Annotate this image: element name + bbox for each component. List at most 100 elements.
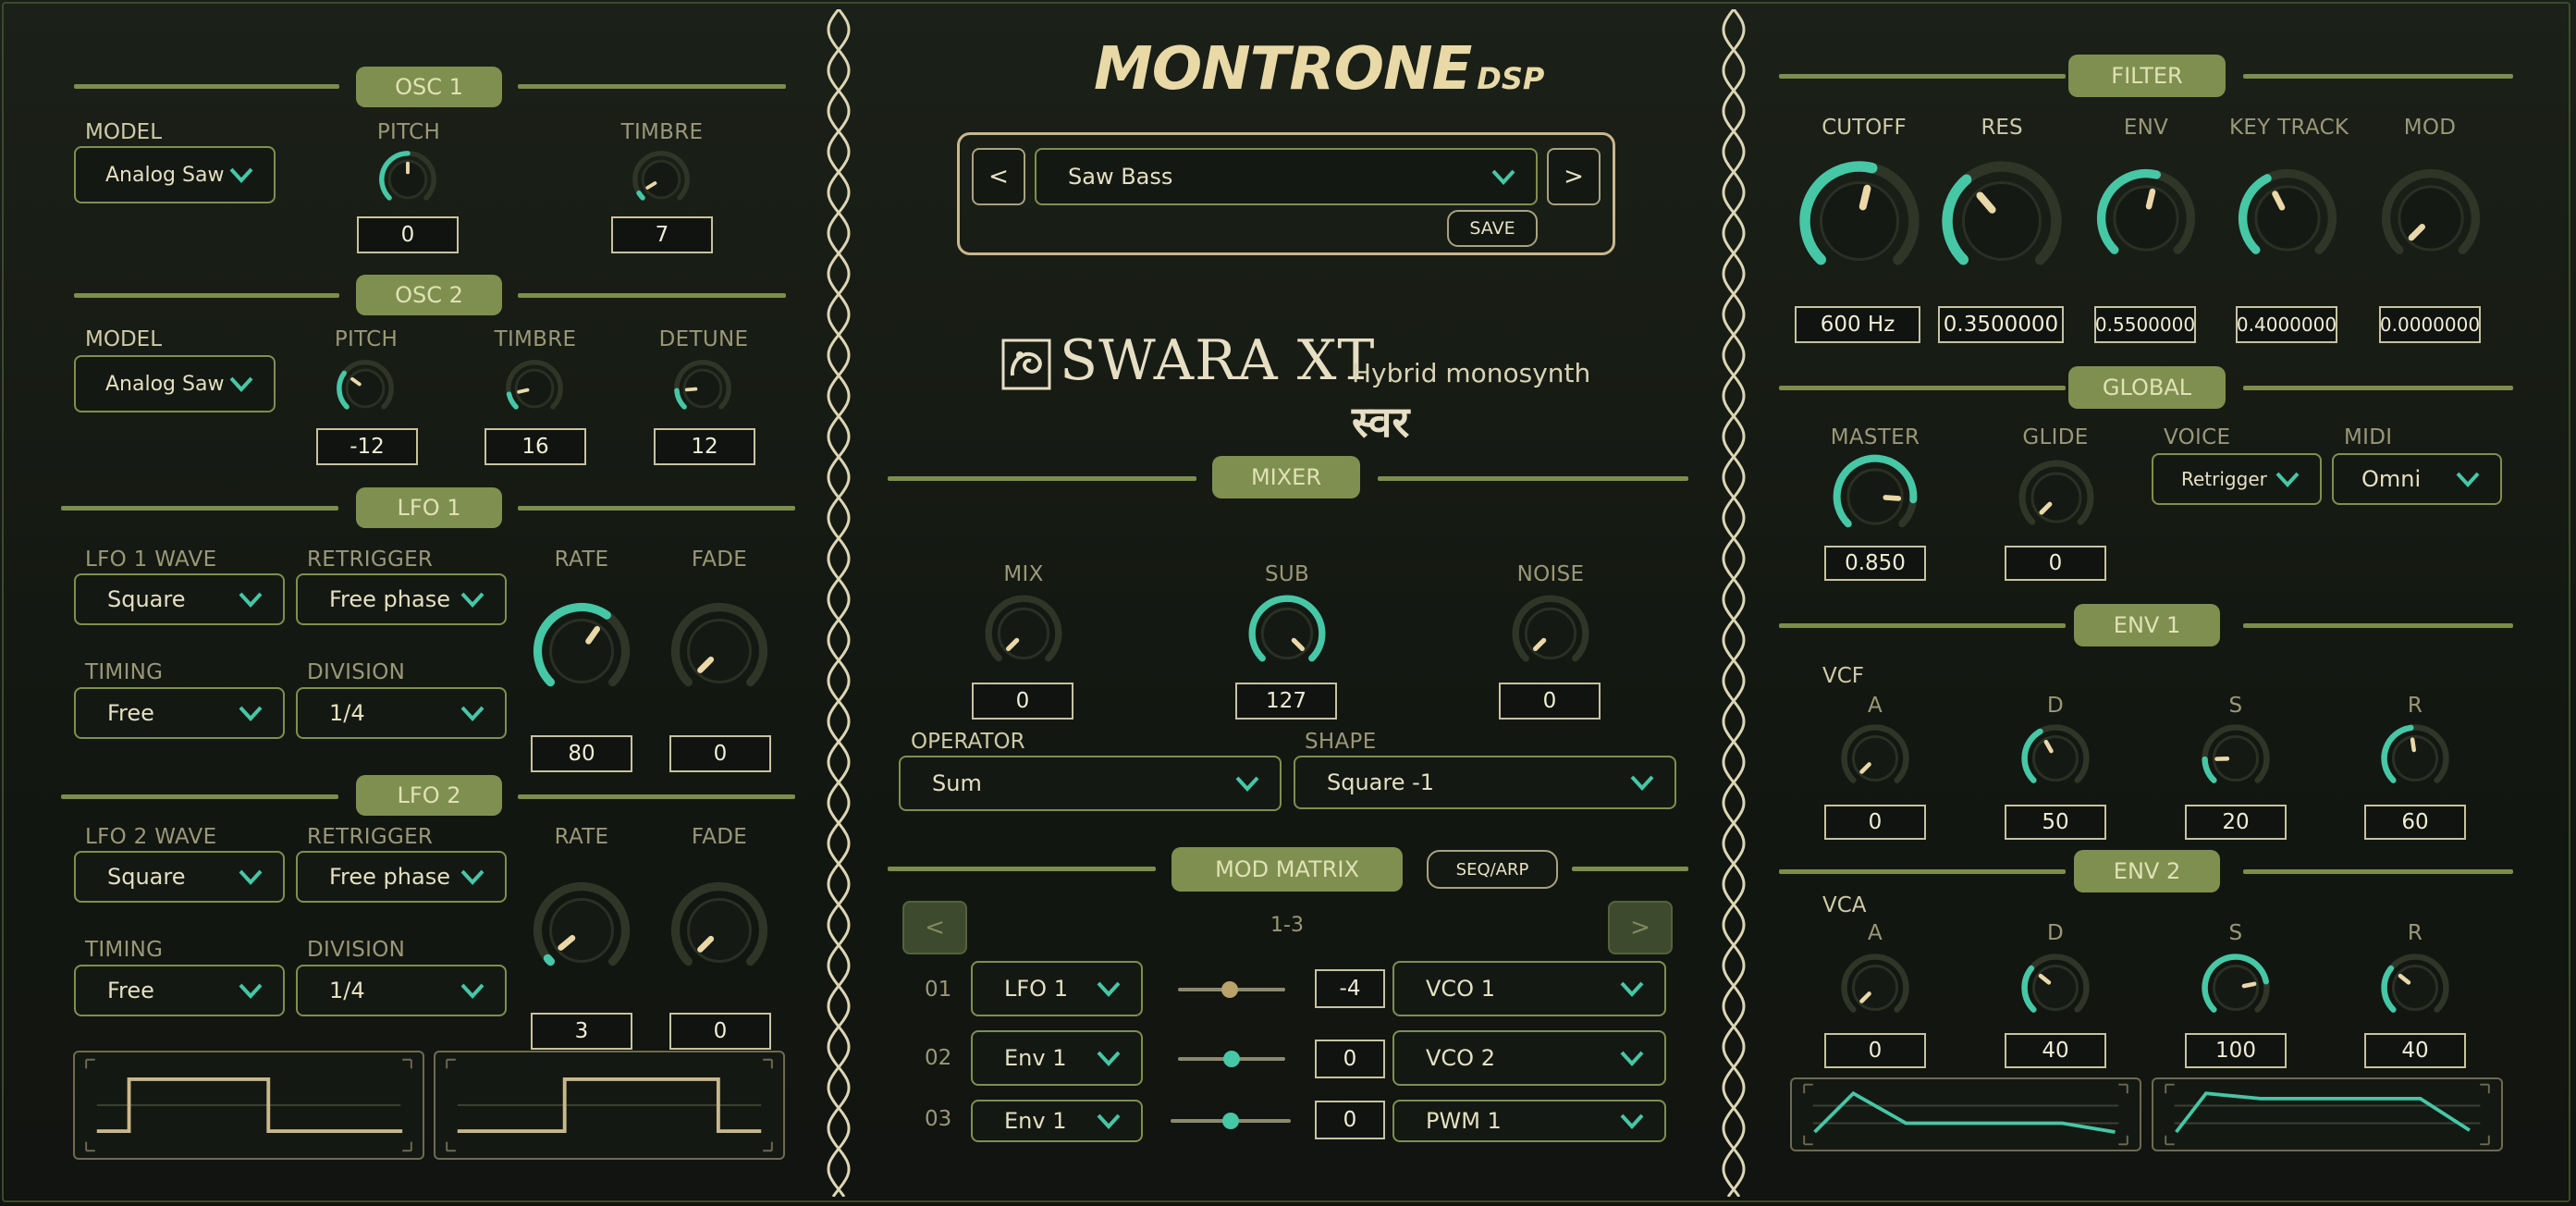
osc2-detune-knob[interactable] [673,359,732,418]
shape-dropdown[interactable]: Square -1 [1294,756,1676,809]
filter-res-knob[interactable] [1940,159,2064,283]
osc1-pitch-label: PITCH [376,120,441,144]
global-voice-dropdown[interactable]: Retrigger [2152,453,2322,505]
knob-dial [337,360,394,410]
global-master-value[interactable]: 0.850 [1824,546,1926,581]
mixer-mix-knob[interactable] [984,594,1063,673]
chevron-down-icon [460,592,485,608]
modmatrix-amount-thumb[interactable] [1221,981,1238,998]
lfo2-retrigger-label: RETRIGGER [307,825,434,849]
lfo2-wave-dropdown[interactable]: Square [74,851,285,903]
env2-r-knob[interactable] [2380,953,2450,1023]
lfo2-fade-knob[interactable] [669,880,769,980]
lfo2-retrigger-dropdown[interactable]: Free phase [296,851,507,903]
mixer-sub-knob[interactable] [1247,594,1327,673]
filter-mod-knob[interactable] [2380,167,2482,269]
osc1-model-dropdown[interactable]: Analog Saw [74,146,276,203]
lfo2-rate-knob[interactable] [532,880,632,980]
chevron-down-icon [460,706,485,721]
env1-a-value[interactable]: 0 [1824,805,1926,840]
osc2-timbre-knob[interactable] [505,359,564,418]
knob-dial [2018,460,2094,525]
osc2-pitch-knob[interactable] [336,359,395,418]
env2-d-knob[interactable] [2020,953,2091,1023]
preset-dropdown[interactable]: Saw Bass [1035,148,1538,205]
modmatrix-dest-dropdown[interactable]: PWM 1 [1392,1100,1666,1142]
global-glide-label: GLIDE [2022,425,2089,449]
env1-r-value[interactable]: 60 [2364,805,2466,840]
operator-dropdown[interactable]: Sum [899,756,1282,811]
osc2-model-dropdown[interactable]: Analog Saw [74,355,276,412]
modmatrix-amount-value[interactable]: -4 [1315,969,1385,1008]
lfo2-division-dropdown[interactable]: 1/4 [296,965,507,1016]
lfo2-timing-dropdown[interactable]: Free [74,965,285,1016]
global-midi-dropdown[interactable]: Omni [2332,453,2502,505]
mixer-noise-knob[interactable] [1511,594,1590,673]
env1-d-knob[interactable] [2020,723,2091,794]
env2-d-value[interactable]: 40 [2005,1033,2106,1068]
lfo1-timing-dropdown[interactable]: Free [74,687,285,739]
env2-a-knob[interactable] [1840,953,1910,1023]
modmatrix-next-button[interactable]: > [1608,901,1673,954]
filter-cutoff-value[interactable]: 600 Hz [1795,306,1920,343]
modmatrix-dest-dropdown[interactable]: VCO 1 [1392,961,1666,1016]
modmatrix-dest-dropdown[interactable]: VCO 2 [1392,1030,1666,1086]
osc1-pitch-value[interactable]: 0 [357,216,459,253]
filter-env-knob[interactable] [2095,167,2197,269]
osc2-detune-value[interactable]: 12 [654,428,755,465]
preset-prev-button[interactable]: < [972,148,1025,205]
modmatrix-source-dropdown[interactable]: Env 1 [971,1030,1143,1086]
filter-env-value[interactable]: 0.5500000 [2094,306,2196,343]
env2-r-value[interactable]: 40 [2364,1033,2466,1068]
lfo1-fade-value[interactable]: 0 [669,735,771,772]
env1-target-label: VCF [1822,664,1865,688]
filter-key-track-knob[interactable] [2237,167,2338,269]
preset-next-button[interactable]: > [1547,148,1601,205]
tab-seq-arp[interactable]: SEQ/ARP [1427,850,1558,889]
modmatrix-amount-thumb[interactable] [1223,1051,1240,1067]
filter-res-value[interactable]: 0.3500000 [1938,306,2064,343]
modmatrix-amount-value[interactable]: 0 [1315,1101,1385,1139]
filter-cutoff-knob[interactable] [1797,159,1921,283]
env1-a-knob[interactable] [1840,723,1910,794]
lfo2-rate-value[interactable]: 3 [531,1013,632,1050]
osc2-pitch-value[interactable]: -12 [316,428,418,465]
filter-mod-value[interactable]: 0.0000000 [2379,306,2481,343]
env1-r-knob[interactable] [2380,723,2450,794]
ornament-divider-right [1722,9,1746,1197]
tab-mod-matrix[interactable]: MOD MATRIX [1171,847,1403,892]
filter-key-track-value[interactable]: 0.4000000 [2236,306,2337,343]
modmatrix-amount-thumb[interactable] [1222,1113,1239,1129]
modmatrix-source-dropdown[interactable]: Env 1 [971,1100,1143,1142]
osc1-timbre-knob[interactable] [632,150,691,209]
mixer-mix-value[interactable]: 0 [972,683,1073,720]
env2-s-knob[interactable] [2201,953,2271,1023]
osc2-timbre-value[interactable]: 16 [485,428,586,465]
modmatrix-amount-value[interactable]: 0 [1315,1040,1385,1078]
lfo1-division-dropdown[interactable]: 1/4 [296,687,507,739]
lfo1-retrigger-dropdown[interactable]: Free phase [296,573,507,625]
env2-a-value[interactable]: 0 [1824,1033,1926,1068]
lfo2-fade-value[interactable]: 0 [669,1013,771,1050]
mixer-sub-value[interactable]: 127 [1235,683,1337,720]
global-master-knob[interactable] [1832,453,1919,540]
lfo1-fade-knob[interactable] [669,601,769,701]
env1-a-label: A [1867,694,1883,718]
env2-s-value[interactable]: 100 [2185,1033,2287,1068]
mixer-noise-value[interactable]: 0 [1499,683,1601,720]
global-glide-value[interactable]: 0 [2005,546,2106,581]
lfo1-rate-value[interactable]: 80 [531,735,632,772]
global-glide-knob[interactable] [2018,459,2095,536]
env1-s-value[interactable]: 20 [2185,805,2287,840]
osc1-timbre-value[interactable]: 7 [611,216,713,253]
env1-s-knob[interactable] [2201,723,2271,794]
modmatrix-source-dropdown[interactable]: LFO 1 [971,961,1143,1016]
modmatrix-prev-button[interactable]: < [902,901,967,954]
env1-r-label: R [2407,694,2423,718]
preset-save-button[interactable]: SAVE [1447,210,1538,247]
filter-key-track-label: KEY TRACK [2229,116,2349,140]
osc1-pitch-knob[interactable] [378,150,437,209]
env1-d-value[interactable]: 50 [2005,805,2106,840]
lfo1-rate-knob[interactable] [532,601,632,701]
lfo1-wave-dropdown[interactable]: Square [74,573,285,625]
